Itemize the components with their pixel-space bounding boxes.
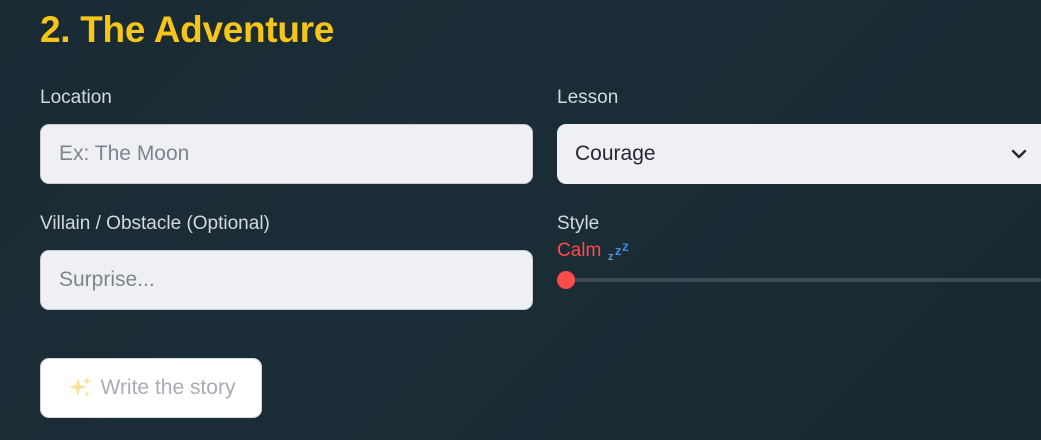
lesson-select[interactable]: Courage <box>557 124 1041 184</box>
write-story-label: Write the story <box>100 376 236 399</box>
chevron-down-icon <box>1011 149 1027 159</box>
style-slider-thumb[interactable] <box>557 271 575 289</box>
style-value: Calm z z z <box>557 240 631 262</box>
sparkles-icon <box>68 377 91 397</box>
location-input[interactable] <box>40 124 533 184</box>
villain-label: Villain / Obstacle (Optional) <box>40 213 270 234</box>
lesson-label: Lesson <box>557 87 619 108</box>
section-title: 2. The Adventure <box>40 9 335 50</box>
svg-text:z: z <box>608 251 614 262</box>
style-value-text: Calm <box>557 240 602 261</box>
location-label: Location <box>40 87 112 108</box>
write-story-button[interactable]: Write the story <box>40 358 262 418</box>
svg-text:z: z <box>622 240 629 254</box>
villain-input[interactable] <box>40 250 533 310</box>
zzz-icon: z z z <box>608 240 629 262</box>
style-slider-track[interactable] <box>557 271 1041 289</box>
lesson-selected-value: Courage <box>575 142 656 165</box>
style-label: Style <box>557 213 600 234</box>
svg-text:z: z <box>615 243 622 258</box>
